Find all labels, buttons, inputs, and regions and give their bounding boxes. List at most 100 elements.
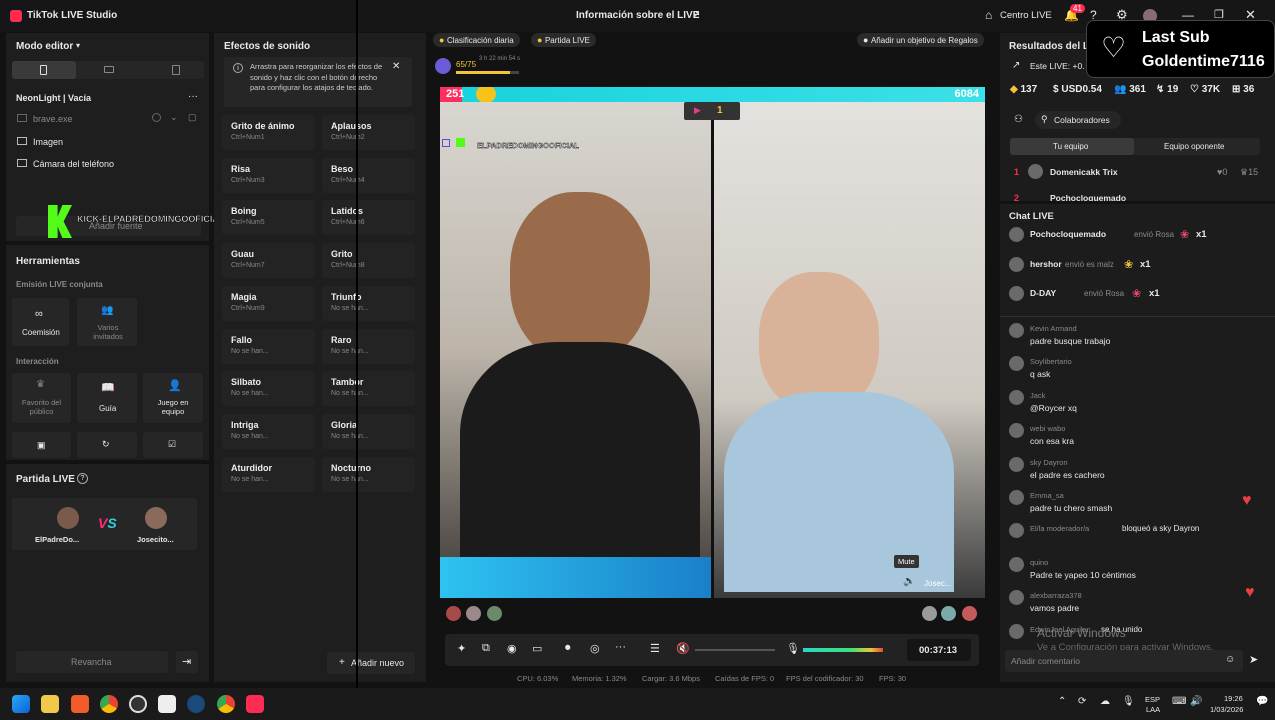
sound-effect-button[interactable]: Silbato No se han...: [222, 371, 315, 407]
folder-icon[interactable]: [41, 695, 59, 713]
lang-indicator[interactable]: ESP: [1145, 695, 1160, 704]
sound-effect-button[interactable]: Nocturno No se han...: [322, 456, 415, 492]
live-center-link[interactable]: Centro LIVE: [1000, 10, 1052, 21]
scene-dropdown[interactable]: NeonLight | Vacía: [16, 93, 91, 103]
source-item[interactable]: Cámara del teléfono: [33, 159, 114, 169]
coemision-button[interactable]: ∞ Coemisión: [12, 298, 69, 346]
exit-match-button[interactable]: ⇥: [176, 651, 198, 673]
sound-effect-button[interactable]: Grito Ctrl+Num8: [322, 243, 415, 279]
sound-effect-button[interactable]: Triunfo No se han...: [322, 285, 415, 321]
mic-level[interactable]: [803, 648, 883, 652]
source-item[interactable]: brave.exe: [33, 114, 73, 124]
help-icon[interactable]: ?: [77, 473, 88, 484]
gift-user[interactable]: hershor: [1030, 259, 1062, 269]
editor-mode-dropdown[interactable]: Modo editor: [16, 41, 73, 52]
collaborators-button[interactable]: ⚲ Colaboradores: [1035, 111, 1121, 129]
landscape-button[interactable]: [104, 66, 114, 73]
chrome-icon[interactable]: [100, 695, 118, 713]
steam-icon[interactable]: [187, 695, 205, 713]
speaker-mute-icon[interactable]: 🔇: [676, 642, 690, 655]
rematch-button[interactable]: Revancha: [16, 651, 168, 673]
sound-effect-button[interactable]: Intriga No se han...: [222, 413, 315, 449]
chat-input[interactable]: Añadir comentario ☺: [1005, 650, 1243, 672]
sound-effect-button[interactable]: Gloria No se han...: [322, 413, 415, 449]
sound-effect-button[interactable]: Aplausos Ctrl+Num2: [322, 115, 415, 150]
network-icon[interactable]: ⌨: [1172, 696, 1186, 707]
screen-icon[interactable]: ▭: [532, 642, 542, 655]
sound-effect-button[interactable]: Risa Ctrl+Num3: [222, 157, 315, 193]
volume-slider[interactable]: [695, 649, 775, 651]
sound-effect-button[interactable]: Boing Ctrl+Num5: [222, 200, 315, 236]
tray-icon[interactable]: ☁: [1100, 696, 1110, 707]
clock-date[interactable]: 1/03/2026: [1210, 705, 1243, 714]
magic-icon[interactable]: ✦: [457, 642, 466, 655]
camera-switch-icon[interactable]: ◎: [590, 642, 600, 655]
emoji-icon[interactable]: ☺: [1225, 654, 1235, 665]
multi-guest-button[interactable]: 👥 Varios invitados: [77, 298, 137, 346]
tray-icon[interactable]: ⟳: [1078, 696, 1086, 707]
lock-layout-button[interactable]: [172, 65, 180, 75]
chat-user[interactable]: quino: [1030, 558, 1048, 567]
tab-my-team[interactable]: Tu equipo: [1010, 138, 1134, 155]
eye-toggle-icon[interactable]: ⌄: [170, 112, 178, 123]
chevron-down-icon[interactable]: ▾: [76, 41, 80, 50]
more-icon[interactable]: ···: [188, 91, 198, 102]
portrait-button[interactable]: [12, 61, 76, 79]
daily-ranking-button[interactable]: ● Clasificación diaria: [433, 33, 520, 47]
source-item[interactable]: Imagen: [33, 137, 63, 147]
chat-user[interactable]: alexbarraza378: [1030, 591, 1082, 600]
more-icon[interactable]: ···: [615, 641, 626, 653]
sound-effect-button[interactable]: Beso Ctrl+Num4: [322, 157, 415, 193]
tool-button[interactable]: ↻: [77, 432, 137, 458]
clock-time[interactable]: 19:26: [1224, 694, 1243, 703]
guide-button[interactable]: 📖 Guía: [77, 373, 137, 423]
store-icon[interactable]: [158, 695, 176, 713]
brave-icon[interactable]: [71, 695, 89, 713]
chat-user[interactable]: Soylibertario: [1030, 357, 1072, 366]
chat-user[interactable]: Kevin Armand: [1030, 324, 1077, 333]
home-icon[interactable]: ⌂: [985, 8, 992, 22]
audience-favorite-button[interactable]: ♛ Favorito del público: [12, 373, 71, 423]
eye-icon[interactable]: [152, 113, 161, 122]
record-icon[interactable]: ⏺: [565, 642, 571, 655]
lock-icon[interactable]: ▢: [188, 112, 197, 123]
ai-icon[interactable]: ◉: [507, 642, 517, 655]
speaker-icon[interactable]: 🔈: [903, 576, 915, 587]
chat-user[interactable]: webi wabo: [1030, 424, 1065, 433]
sound-effect-button[interactable]: Grito de ánimo Ctrl+Num1: [222, 115, 315, 150]
windows-start-icon[interactable]: [12, 695, 30, 713]
close-icon[interactable]: ✕: [392, 61, 400, 72]
sound-effect-button[interactable]: Guau Ctrl+Num7: [222, 243, 315, 279]
gift-user[interactable]: D-DAY: [1030, 288, 1056, 298]
sound-effect-button[interactable]: Tambor No se han...: [322, 371, 415, 407]
tiktok-studio-icon[interactable]: [246, 695, 264, 713]
chrome-icon[interactable]: [217, 695, 235, 713]
volume-icon[interactable]: 🔊: [1190, 696, 1202, 707]
chat-user[interactable]: Emma_sa: [1030, 491, 1064, 500]
add-new-button[interactable]: + Añadir nuevo: [327, 652, 415, 674]
chat-user[interactable]: Jack: [1030, 391, 1045, 400]
sound-effect-button[interactable]: Latidos Ctrl+Num6: [322, 200, 415, 236]
share-icon[interactable]: ↗: [692, 10, 700, 21]
live-match-button[interactable]: ● Partida LIVE: [531, 33, 596, 47]
gift-user[interactable]: Pochocloquemado: [1030, 229, 1106, 239]
sound-effect-button[interactable]: Raro No se han...: [322, 328, 415, 364]
sound-effect-button[interactable]: Fallo No se han...: [222, 328, 315, 364]
sliders-icon[interactable]: ☰: [650, 642, 660, 655]
mic-tray-icon[interactable]: 🎙: [1122, 696, 1135, 707]
gift-goal-button[interactable]: ● Añadir un objetivo de Regalos: [857, 33, 984, 47]
send-icon[interactable]: ➤: [1249, 653, 1258, 666]
sound-effect-button[interactable]: Magia Ctrl+Num9: [222, 285, 315, 321]
tool-button[interactable]: ☑: [143, 432, 203, 458]
crop-icon[interactable]: ⧉: [482, 642, 490, 655]
chat-user[interactable]: sky Dayron: [1030, 458, 1068, 467]
tab-opponent-team[interactable]: Equipo oponente: [1164, 142, 1225, 151]
team-game-button[interactable]: 👤 Juego en equipo: [143, 373, 203, 423]
obs-icon[interactable]: [129, 695, 147, 713]
mic-icon[interactable]: 🎙: [786, 642, 800, 655]
chevron-up-icon[interactable]: ⌃: [1058, 696, 1066, 707]
live-info-title[interactable]: Información sobre el LIVE: [576, 10, 699, 21]
tool-button[interactable]: ▣: [12, 432, 71, 458]
chat-user[interactable]: El/la moderador/a: [1030, 524, 1089, 533]
sound-effect-button[interactable]: Aturdidor No se han...: [222, 456, 315, 492]
